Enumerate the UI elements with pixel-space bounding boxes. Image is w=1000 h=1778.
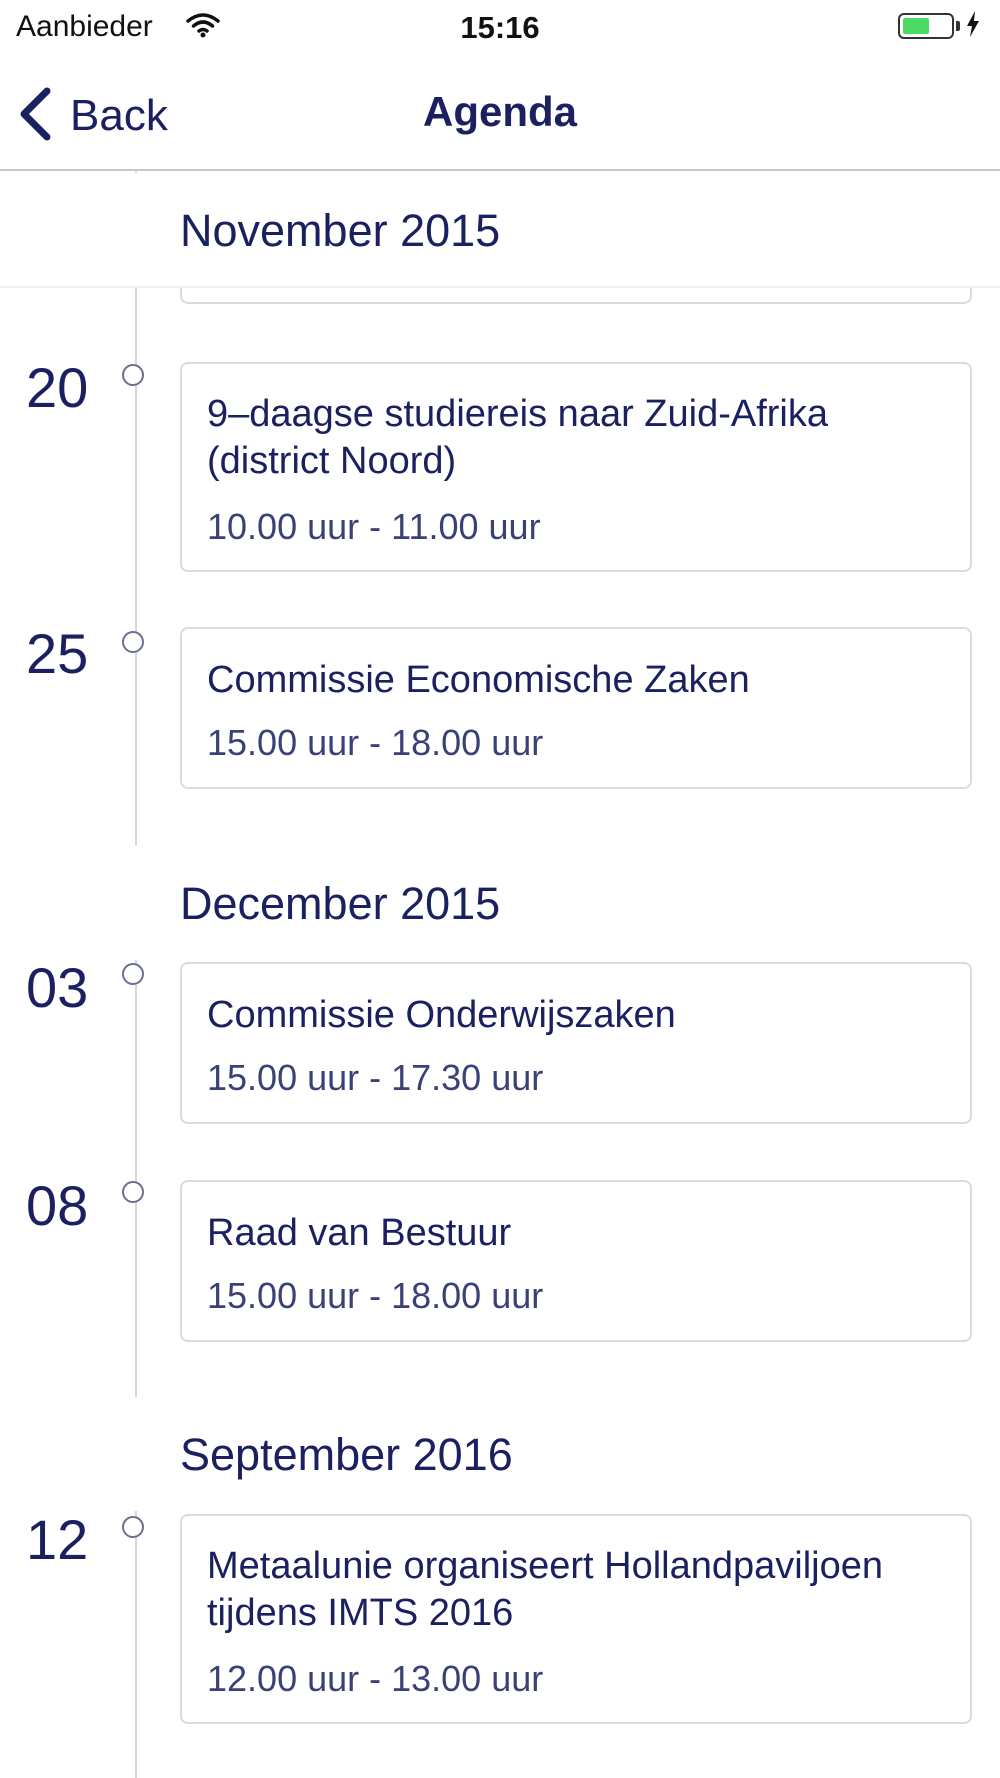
event-card[interactable]: Commissie Onderwijszaken 15.00 uur - 17.… (180, 962, 972, 1124)
battery-icon (898, 13, 954, 39)
timeline-dot (122, 963, 144, 985)
timeline-dot (122, 1516, 144, 1538)
event-title: 9–daagse studiereis naar Zuid-Afrika (di… (207, 393, 829, 482)
event-card[interactable]: Raad van Bestuur 15.00 uur - 18.00 uur (180, 1180, 972, 1342)
event-card[interactable]: Metaalunie organiseert Hollandpaviljoen … (180, 1514, 972, 1724)
month-header: December 2015 (0, 846, 1000, 960)
event-time: 10.00 uur - 11.00 uur (207, 506, 541, 547)
page-title: Agenda (422, 88, 577, 135)
event-day: 20 (26, 356, 89, 419)
status-bar: Aanbieder 15:16 (0, 0, 1000, 56)
event-day: 03 (26, 956, 89, 1019)
event-day: 25 (26, 622, 89, 685)
event-title: Raad van Bestuur (207, 1212, 512, 1254)
charging-bolt-icon (966, 11, 980, 42)
battery-tip (956, 21, 960, 31)
event-title: Commissie Onderwijszaken (207, 994, 676, 1036)
timeline-dot (122, 364, 144, 386)
event-day: 08 (26, 1174, 89, 1237)
month-label: November 2015 (180, 205, 501, 256)
timeline-dot (122, 1181, 144, 1203)
month-label: September 2016 (180, 1429, 513, 1480)
month-label: December 2015 (180, 878, 501, 929)
month-header: November 2015 (0, 173, 1000, 287)
event-time: 15.00 uur - 17.30 uur (207, 1057, 544, 1098)
battery-level (903, 18, 929, 34)
event-card[interactable]: Commissie Economische Zaken 15.00 uur - … (180, 627, 972, 789)
event-day: 12 (26, 1508, 89, 1571)
status-time: 15:16 (460, 10, 540, 45)
event-card[interactable]: 9–daagse studiereis naar Zuid-Afrika (di… (180, 362, 972, 572)
event-title: Metaalunie organiseert Hollandpaviljoen … (207, 1545, 883, 1634)
divider (0, 286, 1000, 288)
month-header: September 2016 (0, 1397, 1000, 1511)
event-title: Commissie Economische Zaken (207, 659, 750, 701)
event-time: 12.00 uur - 13.00 uur (207, 1658, 544, 1699)
event-time: 15.00 uur - 18.00 uur (207, 722, 544, 763)
event-time: 15.00 uur - 18.00 uur (207, 1275, 544, 1316)
timeline-dot (122, 631, 144, 653)
navigation-bar: Back Agenda (0, 56, 1000, 171)
